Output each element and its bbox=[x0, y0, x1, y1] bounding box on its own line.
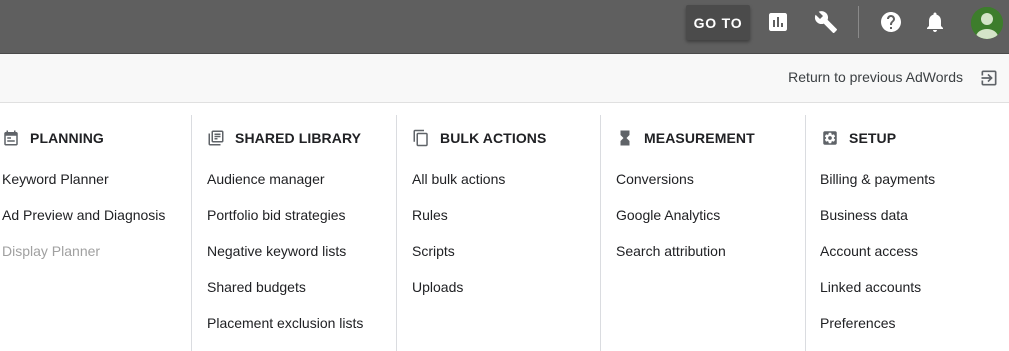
help-icon[interactable] bbox=[879, 10, 903, 34]
library-icon bbox=[207, 129, 225, 147]
column-planning: PLANNING Keyword Planner Ad Preview and … bbox=[2, 115, 191, 351]
topbar-divider bbox=[858, 6, 859, 38]
menu-item-scripts[interactable]: Scripts bbox=[412, 243, 505, 279]
menu-item-ad-preview-and-diagnosis[interactable]: Ad Preview and Diagnosis bbox=[2, 207, 165, 243]
tools-icon[interactable] bbox=[814, 10, 838, 34]
menu-item-negative-keyword-lists[interactable]: Negative keyword lists bbox=[207, 243, 363, 279]
column-setup: SETUP Billing & payments Business data A… bbox=[805, 115, 1009, 351]
return-to-previous-adwords-link[interactable]: Return to previous AdWords bbox=[788, 69, 963, 85]
shared-library-heading: SHARED LIBRARY bbox=[235, 130, 362, 146]
column-shared-library: SHARED LIBRARY Audience manager Portfoli… bbox=[191, 115, 396, 351]
return-bar: Return to previous AdWords bbox=[0, 54, 1009, 103]
column-heading: BULK ACTIONS bbox=[412, 128, 546, 148]
copy-stack-icon bbox=[412, 129, 430, 147]
top-app-bar: GO TO bbox=[0, 0, 1009, 54]
column-heading: PLANNING bbox=[2, 128, 104, 148]
menu-item-search-attribution[interactable]: Search attribution bbox=[616, 243, 726, 279]
menu-item-rules[interactable]: Rules bbox=[412, 207, 505, 243]
column-heading: MEASUREMENT bbox=[616, 128, 755, 148]
planning-heading: PLANNING bbox=[30, 130, 104, 146]
column-heading: SETUP bbox=[821, 128, 896, 148]
menu-item-conversions[interactable]: Conversions bbox=[616, 171, 726, 207]
calendar-icon bbox=[2, 129, 20, 147]
menu-item-linked-accounts[interactable]: Linked accounts bbox=[820, 279, 935, 315]
menu-item-account-access[interactable]: Account access bbox=[820, 243, 935, 279]
goto-menu: PLANNING Keyword Planner Ad Preview and … bbox=[0, 103, 1009, 351]
menu-item-portfolio-bid-strategies[interactable]: Portfolio bid strategies bbox=[207, 207, 363, 243]
menu-item-display-planner: Display Planner bbox=[2, 243, 101, 259]
reports-icon[interactable] bbox=[766, 10, 790, 34]
bulk-actions-heading: BULK ACTIONS bbox=[440, 130, 547, 146]
menu-item-audience-manager[interactable]: Audience manager bbox=[207, 171, 363, 207]
hourglass-icon bbox=[616, 129, 634, 147]
measurement-heading: MEASUREMENT bbox=[644, 130, 755, 146]
menu-item-uploads[interactable]: Uploads bbox=[412, 279, 505, 315]
column-measurement: MEASUREMENT Conversions Google Analytics… bbox=[600, 115, 805, 351]
exit-to-app-icon[interactable] bbox=[979, 68, 999, 88]
column-heading: SHARED LIBRARY bbox=[207, 128, 361, 148]
notifications-icon[interactable] bbox=[923, 10, 947, 34]
menu-item-shared-budgets[interactable]: Shared budgets bbox=[207, 279, 363, 315]
account-avatar[interactable] bbox=[971, 7, 1003, 39]
go-to-button[interactable]: GO TO bbox=[686, 5, 750, 40]
settings-icon bbox=[821, 129, 839, 147]
menu-item-billing-and-payments[interactable]: Billing & payments bbox=[820, 171, 935, 207]
menu-item-keyword-planner[interactable]: Keyword Planner bbox=[2, 171, 165, 207]
menu-item-all-bulk-actions[interactable]: All bulk actions bbox=[412, 171, 505, 207]
menu-item-google-analytics[interactable]: Google Analytics bbox=[616, 207, 726, 243]
menu-item-placement-exclusion-lists[interactable]: Placement exclusion lists bbox=[207, 315, 363, 351]
menu-item-preferences[interactable]: Preferences bbox=[820, 315, 935, 351]
column-bulk-actions: BULK ACTIONS All bulk actions Rules Scri… bbox=[396, 115, 601, 351]
menu-item-business-data[interactable]: Business data bbox=[820, 207, 935, 243]
setup-heading: SETUP bbox=[849, 130, 897, 146]
